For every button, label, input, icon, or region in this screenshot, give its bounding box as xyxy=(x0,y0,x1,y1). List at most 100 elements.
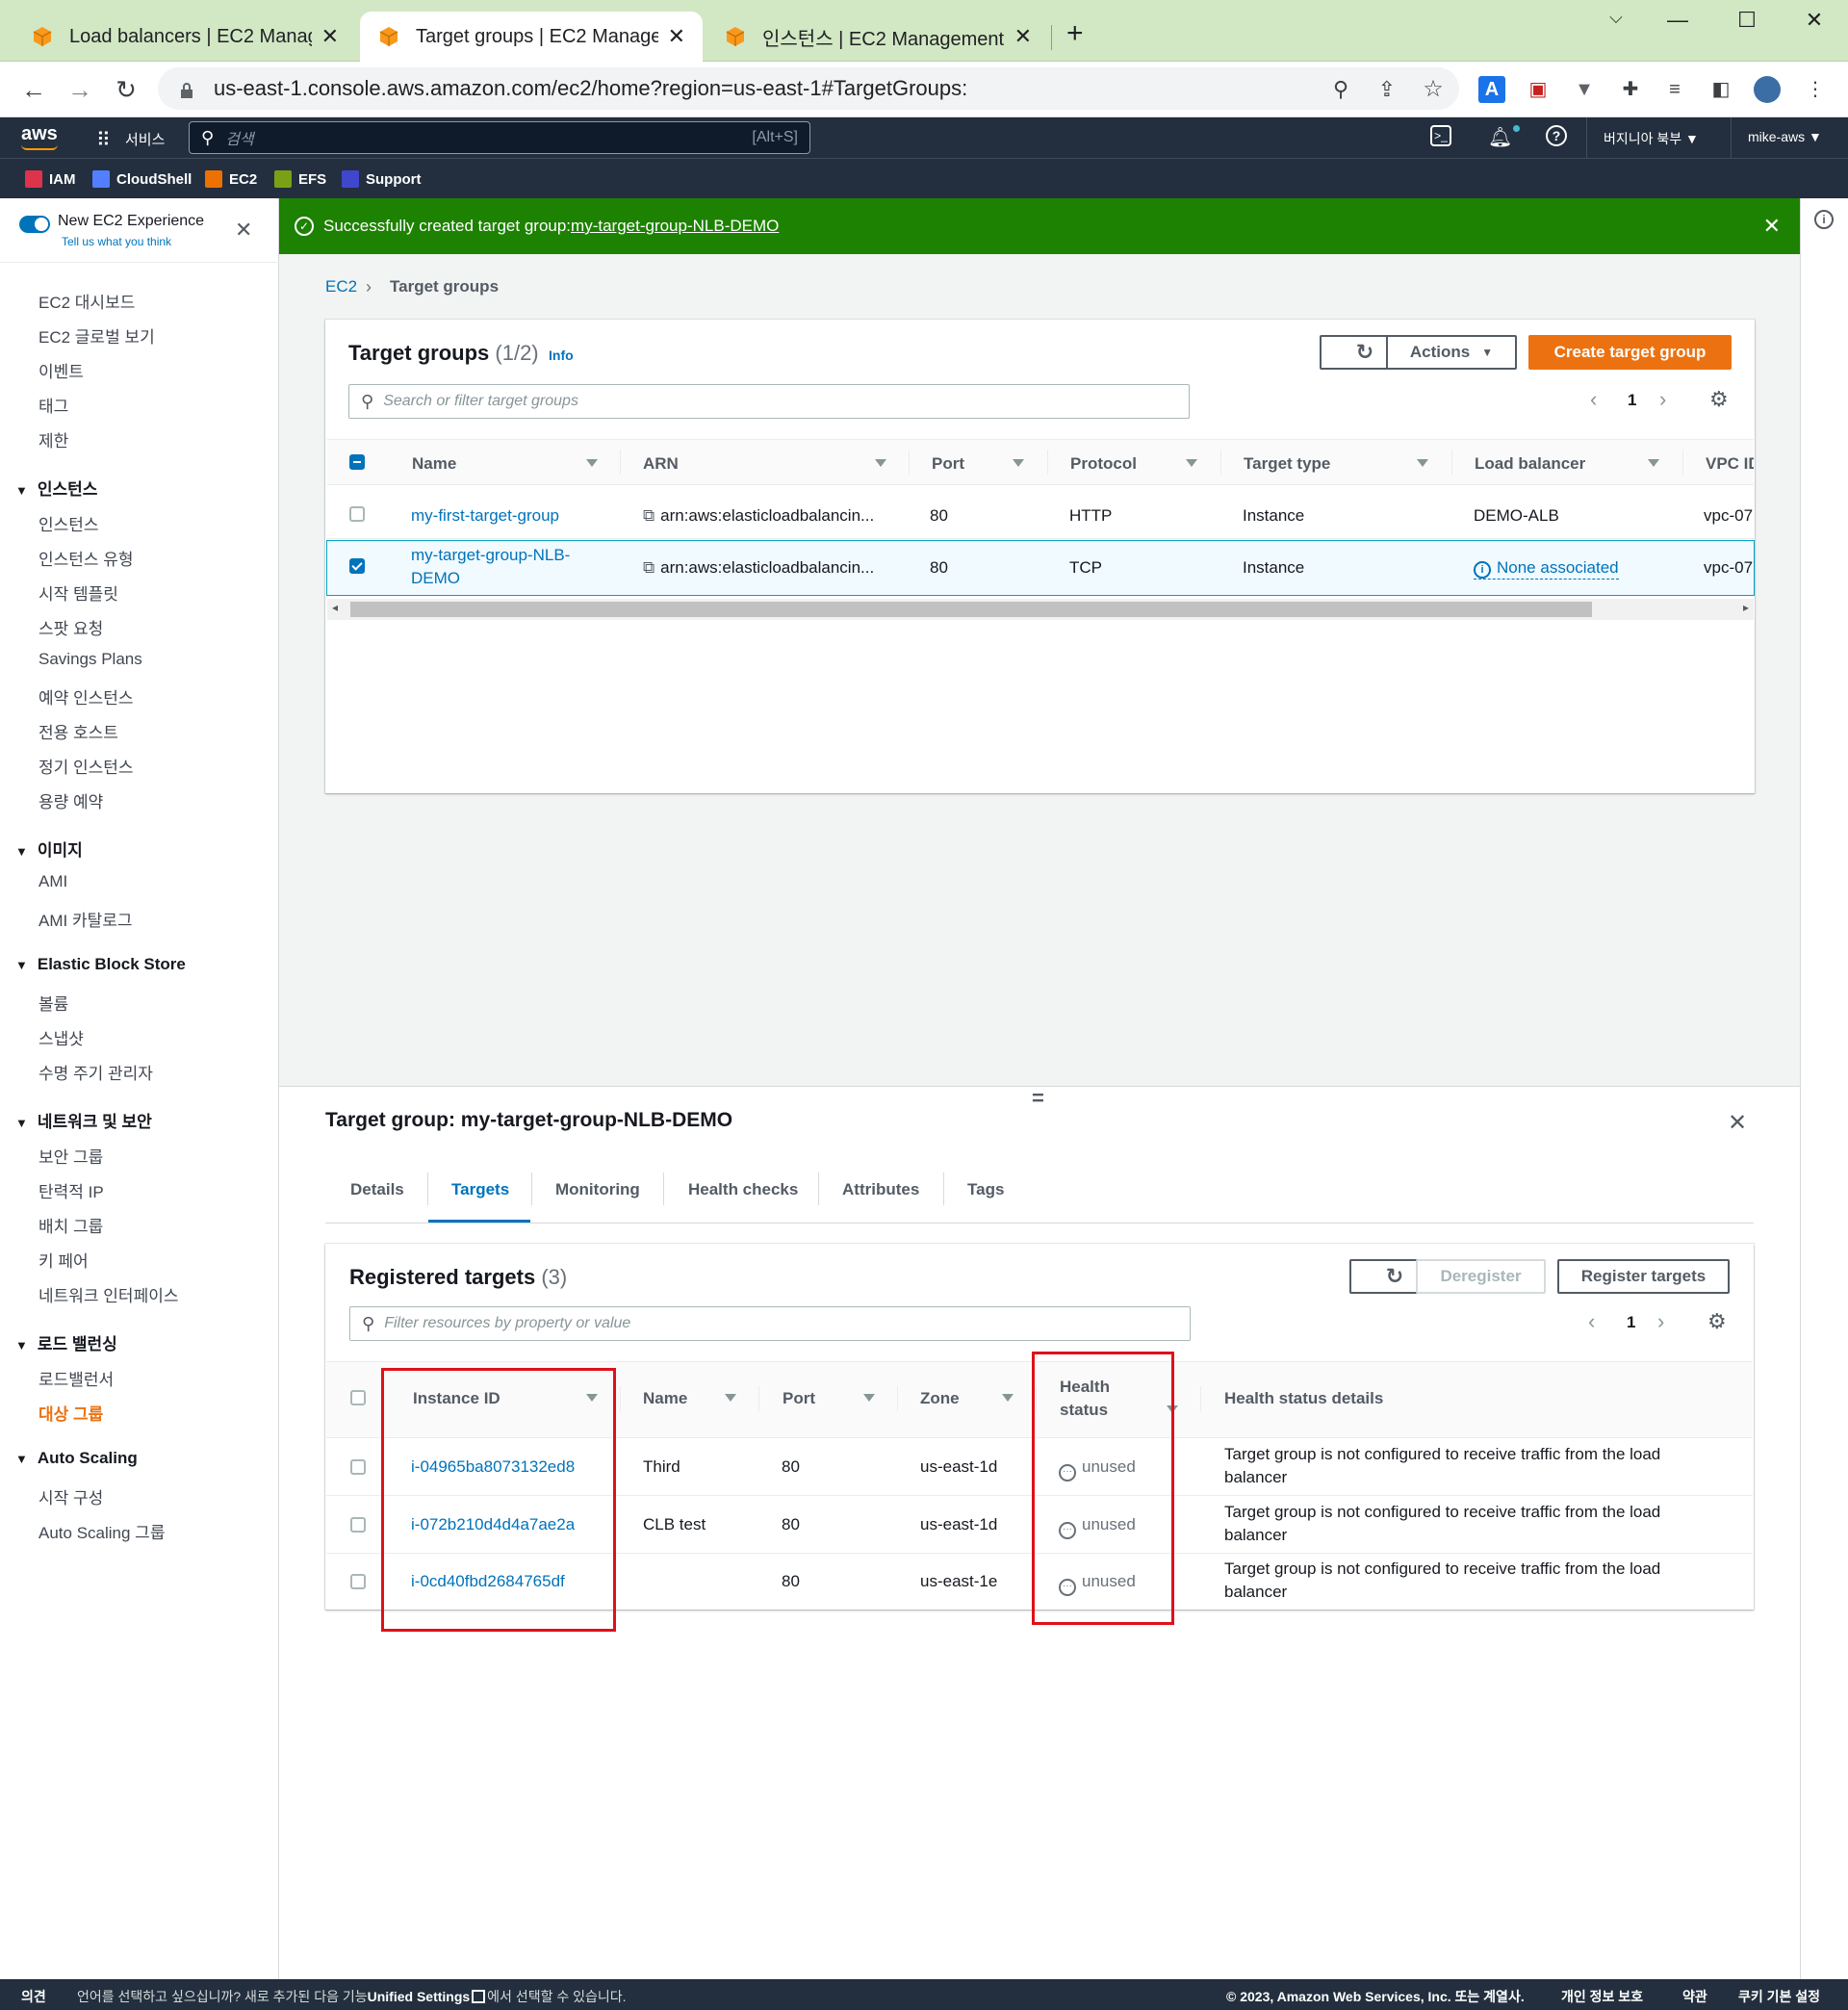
sidebar-item[interactable]: 보안 그룹 xyxy=(38,1144,103,1168)
address-bar[interactable]: us-east-1.console.aws.amazon.com/ec2/hom… xyxy=(158,67,1459,110)
sidebar-section[interactable]: ▼ 이미지 xyxy=(15,837,83,861)
sidebar-item[interactable]: 시작 템플릿 xyxy=(38,580,118,605)
register-targets-button[interactable]: Register targets xyxy=(1557,1259,1730,1294)
sort-icon[interactable] xyxy=(863,1394,875,1402)
page-number[interactable]: 1 xyxy=(1627,1313,1635,1332)
settings-gear-icon[interactable]: ⚙ xyxy=(1709,387,1729,412)
bookmark-star-icon[interactable]: ☆ xyxy=(1419,75,1448,104)
prev-page-icon[interactable]: ‹ xyxy=(1588,1309,1595,1334)
column-port[interactable]: Port xyxy=(783,1389,815,1408)
info-link[interactable]: Info xyxy=(549,348,574,363)
favorite-iam[interactable]: IAM xyxy=(25,170,76,188)
favorite-support[interactable]: Support xyxy=(342,170,422,188)
row-checkbox[interactable] xyxy=(349,558,365,574)
sidebar-item[interactable]: 키 페어 xyxy=(38,1248,89,1272)
feedback-link[interactable]: 의견 xyxy=(21,1987,46,2006)
resize-handle-icon[interactable]: = xyxy=(1032,1086,1044,1111)
sidebar-item[interactable]: 용량 예약 xyxy=(38,788,103,812)
close-icon[interactable]: ✕ xyxy=(1728,1109,1747,1137)
tab-targets[interactable]: Targets xyxy=(451,1180,509,1199)
copy-icon[interactable]: ⧉ xyxy=(643,558,654,577)
region-selector[interactable]: 버지니아 북부 ▼ xyxy=(1604,129,1699,148)
translate-extension-icon[interactable]: A xyxy=(1478,76,1505,103)
column-vpc-id[interactable]: VPC ID xyxy=(1706,454,1754,474)
sidebar-item[interactable]: 배치 그룹 xyxy=(38,1213,103,1237)
favorite-cloudshell[interactable]: CloudShell xyxy=(92,170,192,188)
flash-target-group-link[interactable]: my-target-group-NLB-DEMO xyxy=(571,217,779,236)
sidebar-item[interactable]: 인스턴스 xyxy=(38,511,99,535)
favorite-efs[interactable]: EFS xyxy=(274,170,326,188)
side-panel-icon[interactable]: ◧ xyxy=(1707,76,1734,103)
new-tab-button[interactable]: + xyxy=(1066,17,1084,50)
maximize-icon[interactable]: ☐ xyxy=(1732,8,1761,33)
sort-icon[interactable] xyxy=(1002,1394,1014,1402)
sort-icon[interactable] xyxy=(1417,459,1428,467)
sort-icon[interactable] xyxy=(1013,459,1024,467)
experience-toggle[interactable] xyxy=(19,216,50,233)
row-checkbox[interactable] xyxy=(350,1517,366,1533)
column-zone[interactable]: Zone xyxy=(920,1389,960,1408)
select-all-checkbox[interactable] xyxy=(349,454,365,470)
none-associated-popover[interactable]: i None associated xyxy=(1474,558,1619,580)
sidebar-item[interactable]: Savings Plans xyxy=(38,650,142,669)
copy-icon[interactable]: ⧉ xyxy=(643,506,654,525)
sidebar-section[interactable]: ▼ 네트워크 및 보안 xyxy=(15,1108,152,1132)
zoom-icon[interactable]: ⚲ xyxy=(1326,75,1355,104)
services-grid-icon[interactable]: ⠿ xyxy=(96,128,111,152)
browser-tab-load-balancers[interactable]: Load balancers | EC2 Management Console … xyxy=(13,12,356,62)
select-all-checkbox[interactable] xyxy=(350,1390,366,1405)
settings-gear-icon[interactable]: ⚙ xyxy=(1707,1309,1727,1334)
sort-icon[interactable] xyxy=(1648,459,1659,467)
deregister-button[interactable]: Deregister xyxy=(1416,1259,1546,1294)
media-control-icon[interactable]: ≡ xyxy=(1661,76,1688,103)
horizontal-scrollbar[interactable]: ◂ ▸ xyxy=(327,599,1754,620)
forward-icon[interactable]: → xyxy=(65,75,94,104)
create-target-group-button[interactable]: Create target group xyxy=(1528,335,1732,370)
tab-search-icon[interactable]: ⌵ xyxy=(1602,8,1630,28)
extensions-puzzle-icon[interactable]: ✚ xyxy=(1617,76,1644,103)
sort-icon[interactable] xyxy=(1186,459,1197,467)
sidebar-item[interactable]: 볼륨 xyxy=(38,991,68,1015)
actions-button[interactable]: Actions ▼ xyxy=(1386,335,1517,370)
browser-tab-target-groups[interactable]: Target groups | EC2 Management Console ✕ xyxy=(360,12,703,62)
column-arn[interactable]: ARN xyxy=(643,454,679,474)
menu-kebab-icon[interactable]: ⋮ xyxy=(1802,76,1829,103)
target-group-search-input[interactable]: ⚲ Search or filter target groups xyxy=(348,384,1190,419)
aws-logo[interactable]: aws xyxy=(21,123,58,145)
column-name[interactable]: Name xyxy=(643,1389,687,1408)
sidebar-item[interactable]: 탄력적 IP xyxy=(38,1178,104,1202)
unified-settings-link[interactable]: Unified Settings xyxy=(368,1989,471,2004)
vpn-extension-icon[interactable]: ▼ xyxy=(1571,76,1598,103)
sidebar-section[interactable]: ▼ Auto Scaling xyxy=(15,1449,138,1468)
sidebar-section[interactable]: ▼ Elastic Block Store xyxy=(15,955,186,974)
sidebar-item[interactable]: 시작 구성 xyxy=(38,1484,103,1508)
sidebar-item[interactable]: 스팟 요청 xyxy=(38,615,103,639)
tab-health-checks[interactable]: Health checks xyxy=(688,1180,798,1199)
breadcrumb-ec2[interactable]: EC2 xyxy=(325,277,357,296)
page-number[interactable]: 1 xyxy=(1628,391,1636,410)
close-icon[interactable]: ✕ xyxy=(668,24,685,49)
share-icon[interactable]: ⇪ xyxy=(1373,75,1401,104)
terms-link[interactable]: 약관 xyxy=(1682,1987,1707,2006)
sidebar-item[interactable]: 수명 주기 관리자 xyxy=(38,1060,153,1084)
sidebar-item[interactable]: 네트워크 인터페이스 xyxy=(38,1282,178,1306)
tab-monitoring[interactable]: Monitoring xyxy=(555,1180,640,1199)
sidebar-item[interactable]: 인스턴스 유형 xyxy=(38,546,134,570)
help-icon[interactable]: ? xyxy=(1546,125,1567,146)
cast-extension-icon[interactable]: ▣ xyxy=(1525,76,1552,103)
cookie-preferences-link[interactable]: 쿠키 기본 설정 xyxy=(1738,1987,1820,2006)
sort-icon[interactable] xyxy=(586,459,598,467)
sidebar-item[interactable]: 스냅샷 xyxy=(38,1025,84,1049)
column-port[interactable]: Port xyxy=(932,454,964,474)
experience-feedback-link[interactable]: Tell us what you think xyxy=(62,235,171,248)
global-search-input[interactable]: ⚲ 검색 [Alt+S] xyxy=(189,121,810,154)
sidebar-item[interactable]: Auto Scaling 그룹 xyxy=(38,1519,165,1543)
sidebar-item[interactable]: AMI xyxy=(38,872,67,891)
column-load-balancer[interactable]: Load balancer xyxy=(1475,454,1585,474)
profile-avatar[interactable] xyxy=(1754,76,1781,103)
back-icon[interactable]: ← xyxy=(19,75,48,104)
sidebar-item[interactable]: 예약 인스턴스 xyxy=(38,684,134,709)
notifications-bell-icon[interactable]: 🔔︎ xyxy=(1488,125,1512,149)
prev-page-icon[interactable]: ‹ xyxy=(1590,387,1597,412)
info-icon[interactable]: i xyxy=(1814,210,1834,229)
